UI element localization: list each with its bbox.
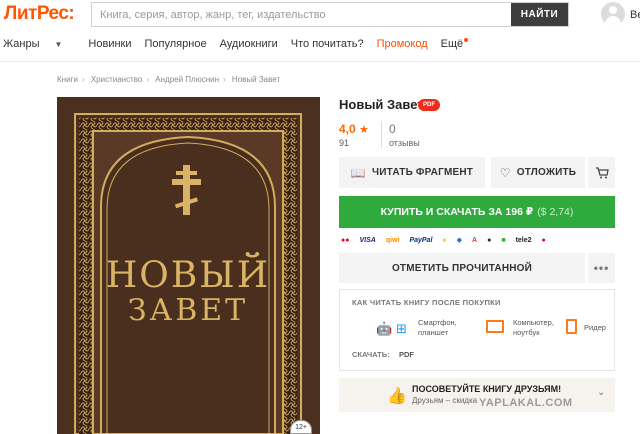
chevron-down-icon[interactable]: ⌄ — [597, 387, 605, 398]
notification-dot — [464, 38, 469, 42]
reviews-count[interactable]: 0 — [389, 122, 396, 136]
tele2-icon: tele2 — [515, 236, 532, 244]
divider — [0, 61, 640, 62]
laptop-icon — [486, 320, 504, 333]
beeline-icon: ● — [487, 236, 492, 244]
yandex-money-icon: ● — [442, 236, 447, 244]
cart-icon — [595, 166, 609, 178]
nav-more[interactable]: Ещё — [441, 38, 477, 58]
divider — [381, 121, 382, 148]
how-to-read-heading: КАК ЧИТАТЬ КНИГУ ПОСЛЕ ПОКУПКИ — [352, 298, 501, 307]
alfa-bank-icon: A — [472, 236, 478, 244]
mts-icon: ● — [541, 236, 546, 244]
litres-logo[interactable]: ЛитРес: — [4, 3, 75, 25]
breadcrumb-item[interactable]: Книги — [57, 75, 78, 84]
nav-audiobooks[interactable]: Аудиокниги — [220, 38, 278, 58]
heart-icon: ♡ — [499, 165, 511, 180]
read-fragment-button[interactable]: 📖 ЧИТАТЬ ФРАГМЕНТ — [339, 157, 485, 188]
chevron-down-icon: ▼ — [54, 40, 63, 49]
user-label[interactable]: Be — [630, 9, 640, 21]
cart-button[interactable] — [588, 157, 615, 188]
star-icon: ★ — [359, 124, 369, 136]
nav-popular[interactable]: Популярное — [145, 38, 207, 58]
breadcrumb-item[interactable]: Христианство — [91, 75, 143, 84]
android-icon: 🤖 — [376, 321, 393, 336]
search-button[interactable]: НАЙТИ — [511, 3, 568, 26]
breadcrumb-current: Новый Завет — [231, 75, 281, 84]
rating[interactable]: 4,0 ★ — [339, 122, 369, 136]
book-cover[interactable]: НОВЫЙ ЗАВЕТ — [57, 97, 320, 434]
payment-methods: ●● VISA qiwi PayPal ● ◆ A ● ■ tele2 ● — [341, 234, 617, 246]
mark-as-read-button[interactable]: ОТМЕТИТЬ ПРОЧИТАННОЙ — [339, 253, 585, 283]
search-box: НАЙТИ — [91, 2, 569, 27]
download-pdf-link[interactable]: PDF — [399, 350, 414, 359]
cover-title-line2: ЗАВЕТ — [128, 293, 248, 328]
nav-what-to-read[interactable]: Что почитать? — [291, 38, 364, 58]
cover-title-line1: НОВЫЙ — [106, 253, 270, 296]
download-label: СКАЧАТЬ: — [352, 350, 390, 359]
cover-art: НОВЫЙ ЗАВЕТ — [57, 97, 320, 434]
breadcrumb: Книги › Христианство › Андрей Плюснин › Нов… — [57, 75, 281, 84]
book-open-icon: 📖 — [350, 165, 367, 180]
avatar[interactable] — [601, 2, 625, 26]
paypal-icon: PayPal — [409, 236, 433, 244]
recommend-subtitle: Друзьям – скидка — [412, 396, 478, 405]
how-to-read-panel: КАК ЧИТАТЬ КНИГУ ПОСЛЕ ПОКУПКИ 🤖 ⊞ Смарт… — [339, 289, 615, 371]
webmoney-icon: ◆ — [456, 237, 463, 244]
reviews-label: отзывы — [389, 138, 420, 148]
nav-genres[interactable]: Жанры ▼ — [3, 38, 75, 58]
windows-icon: ⊞ — [396, 321, 407, 336]
device-pc-label: Компьютер, ноутбук — [513, 318, 554, 337]
buy-button[interactable]: КУПИТЬ И СКАЧАТЬ ЗА 196 ₽ ($ 2,74) — [339, 196, 615, 228]
more-options-button[interactable]: ••• — [588, 253, 615, 283]
format-badge: PDF — [418, 99, 440, 111]
main-nav: Жанры ▼ Новинки Популярное Аудиокниги Что… — [0, 38, 489, 58]
qiwi-icon: qiwi — [385, 236, 400, 244]
device-reader-label: Ридер — [584, 323, 606, 332]
search-input[interactable] — [92, 3, 511, 26]
nav-promo[interactable]: Промокод — [377, 38, 428, 58]
recommend-title: ПОСОВЕТУЙТЕ КНИГУ ДРУЗЬЯМ! — [412, 384, 562, 394]
header: ЛитРес: НАЙТИ Be — [0, 0, 640, 30]
rating-count: 91 — [339, 138, 350, 148]
recommend-panel[interactable]: 👍 ПОСОВЕТУЙТЕ КНИГУ ДРУЗЬЯМ! Друзьям – с… — [339, 378, 615, 412]
thumbs-up-icon: 👍 — [387, 388, 407, 405]
book-title: Новый Завет — [339, 97, 424, 112]
sberbank-icon: ■ — [501, 236, 506, 244]
nav-new[interactable]: Новинки — [88, 38, 131, 58]
mastercard-icon: ●● — [341, 236, 350, 244]
visa-icon: VISA — [359, 236, 376, 244]
age-rating-badge: 12+ — [290, 420, 312, 434]
wishlist-button[interactable]: ♡ ОТЛОЖИТЬ — [491, 157, 585, 188]
ereader-icon — [566, 319, 577, 334]
device-smartphone-label: Смартфон, планшет — [418, 318, 457, 337]
breadcrumb-item[interactable]: Андрей Плюснин — [155, 75, 219, 84]
watermark: YAPLAKAL.COM — [479, 397, 573, 409]
